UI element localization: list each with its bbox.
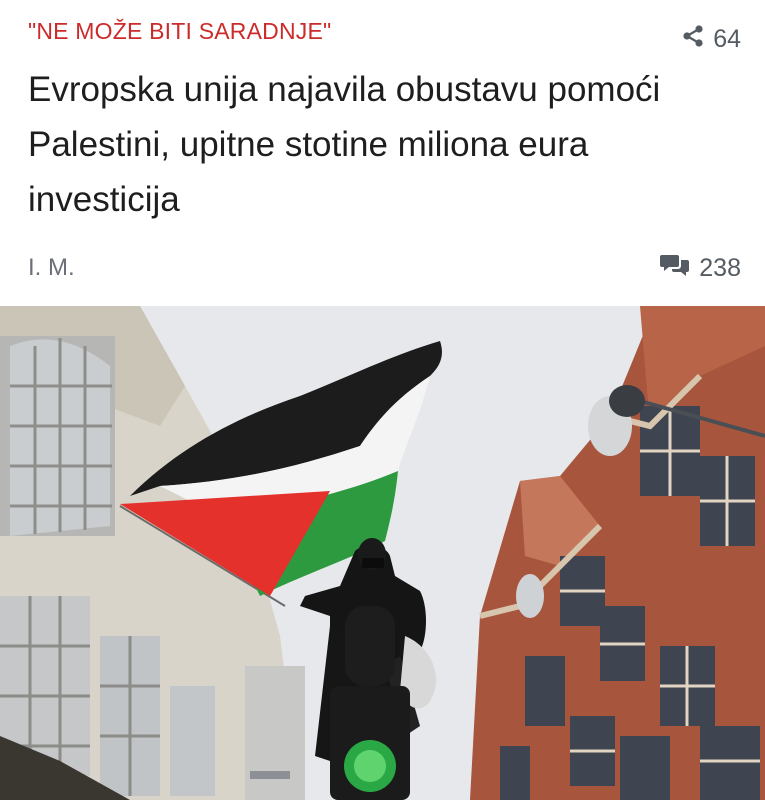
article-headline[interactable]: Evropska unija najavila obustavu pomoći … (28, 62, 743, 227)
share-icon (681, 24, 705, 55)
comments-icon (660, 252, 690, 285)
article-card[interactable]: "NE MOŽE BITI SARADNJE" 64 Evropska unij… (0, 0, 765, 800)
share-count: 64 (713, 25, 741, 53)
comments-button[interactable]: 238 (660, 252, 741, 285)
kicker-label: "NE MOŽE BITI SARADNJE" (28, 18, 332, 44)
article-photo[interactable] (0, 306, 765, 800)
share-button[interactable]: 64 (681, 24, 741, 55)
article-author: I. M. (28, 254, 75, 281)
comment-count: 238 (699, 254, 741, 282)
